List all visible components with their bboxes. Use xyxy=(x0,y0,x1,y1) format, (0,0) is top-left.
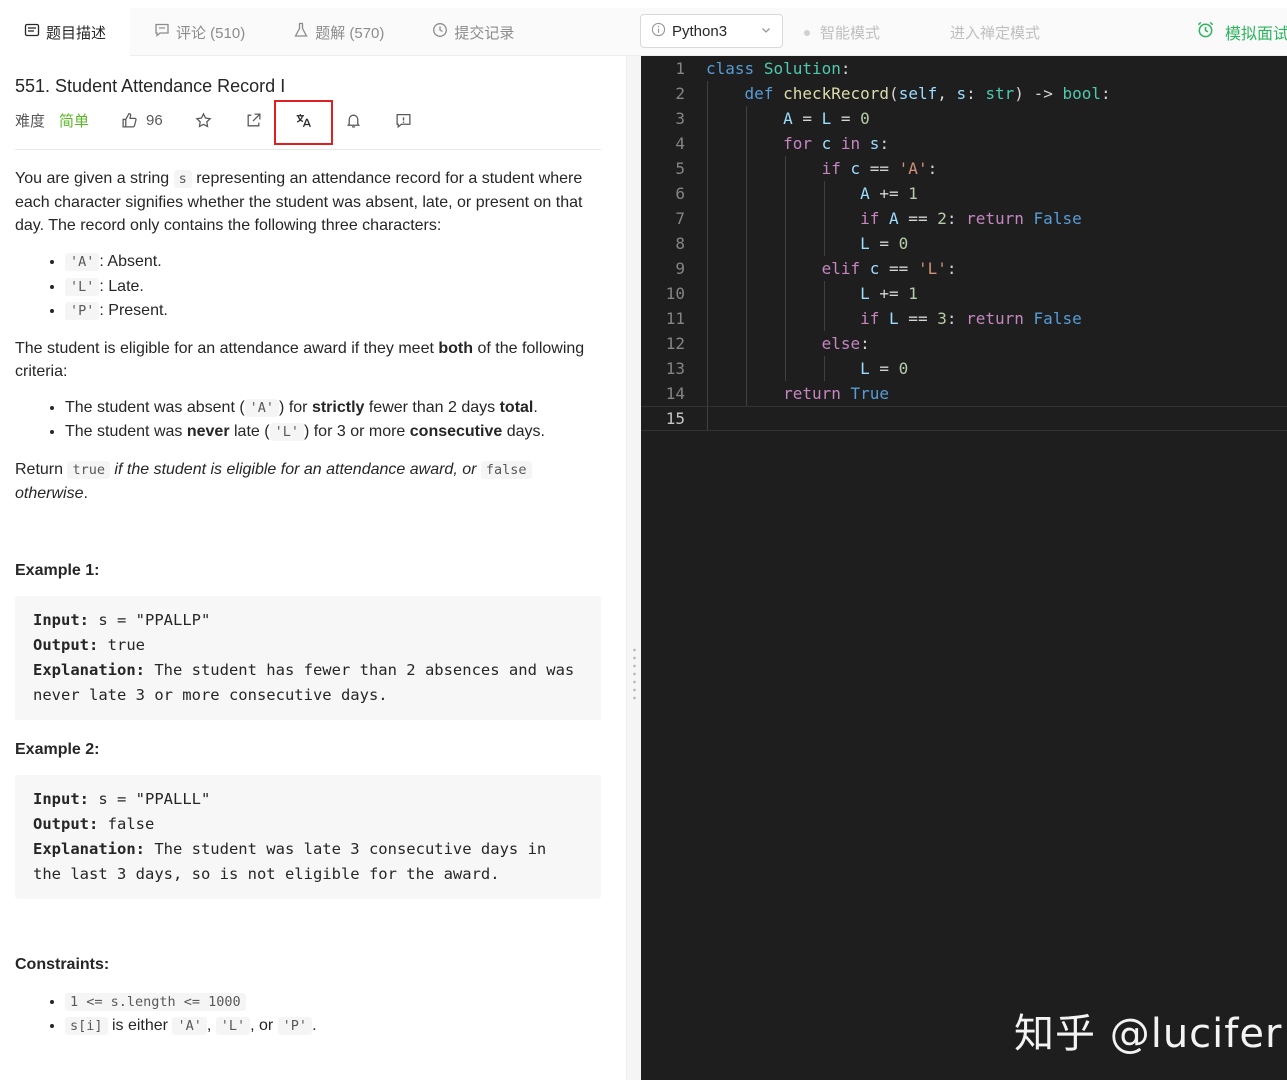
problem-panel: 题目描述 评论 (510) 题解 (570) 提交记录 551. Student… xyxy=(0,0,626,1080)
tab-submissions[interactable]: 提交记录 xyxy=(408,8,538,56)
smart-mode-toggle[interactable]: 智能模式 xyxy=(804,22,880,43)
description-icon xyxy=(24,22,40,42)
bell-icon[interactable] xyxy=(345,108,362,132)
code-line: 7 if A == 2: return False xyxy=(675,209,1082,228)
code-line: 2 def checkRecord(self, s: str) -> bool: xyxy=(675,84,1111,103)
code-line: 11 if L == 3: return False xyxy=(665,309,1082,328)
app-root: 题目描述 评论 (510) 题解 (570) 提交记录 551. Student… xyxy=(0,0,1287,1080)
smart-mode-label: 智能模式 xyxy=(820,25,881,42)
code-line: 9 elif c == 'L': xyxy=(675,259,957,278)
tab-description[interactable]: 题目描述 xyxy=(0,8,131,56)
list-item: 'A': Absent. xyxy=(65,250,605,275)
return-paragraph: Return true if the student is eligible f… xyxy=(15,458,605,505)
code-line: 10 L += 1 xyxy=(665,284,918,303)
clock-icon xyxy=(432,22,448,42)
like-button[interactable]: 96 xyxy=(121,108,163,132)
tab-comments-label: 评论 (510) xyxy=(176,24,246,42)
code-line: 13 L = 0 xyxy=(665,359,909,378)
translate-highlight-box xyxy=(274,100,333,145)
code-line: 14 return True xyxy=(665,384,890,403)
intro-paragraph: You are given a string s representing an… xyxy=(15,170,583,234)
watermark-text: 知乎 @lucifer xyxy=(1014,1011,1283,1057)
list-item: 'P': Present. xyxy=(65,299,605,324)
language-select[interactable]: Python3 xyxy=(640,14,783,48)
like-count: 96 xyxy=(146,111,163,129)
code-editor[interactable]: 1 class Solution: 2 def checkRecord(self,… xyxy=(641,56,1287,1080)
comment-icon xyxy=(154,22,170,42)
tab-solutions[interactable]: 题解 (570) xyxy=(269,8,408,56)
divider xyxy=(15,149,601,150)
constraints-list: 1 <= s.length <= 1000 s[i] is either 'A'… xyxy=(65,990,605,1039)
code-line: 12 else: xyxy=(665,334,870,353)
mock-interview-button[interactable]: 模拟面试 xyxy=(1196,20,1287,44)
chevron-down-icon xyxy=(760,24,772,39)
status-dot-icon xyxy=(804,29,810,36)
mock-interview-label: 模拟面试 xyxy=(1225,26,1287,43)
thumbs-up-icon xyxy=(121,108,138,132)
tab-solutions-label: 题解 (570) xyxy=(315,24,385,42)
zen-mode-button[interactable]: 进入禅定模式 xyxy=(950,22,1040,43)
language-value: Python3 xyxy=(672,22,728,40)
tab-description-label: 题目描述 xyxy=(46,24,107,42)
list-item: The student was never late ('L') for 3 o… xyxy=(65,420,605,445)
constraints-title: Constraints: xyxy=(15,955,110,973)
problem-title: 551. Student Attendance Record I xyxy=(15,76,286,96)
current-code-line: 15 xyxy=(641,406,1287,431)
code-lines: 1 class Solution: 2 def checkRecord(self,… xyxy=(641,56,1287,431)
feedback-icon[interactable] xyxy=(395,108,412,132)
tab-comments[interactable]: 评论 (510) xyxy=(130,8,269,56)
code-line: 5 if c == 'A': xyxy=(675,159,938,178)
editor-toolbar: Python3 智能模式 进入禅定模式 模拟面试 xyxy=(626,8,1287,56)
alarm-clock-icon xyxy=(1196,20,1215,44)
flask-icon xyxy=(293,22,309,42)
list-item: 'L': Late. xyxy=(65,275,605,300)
char-list: 'A': Absent. 'L': Late. 'P': Present. xyxy=(65,250,605,324)
resize-handle[interactable] xyxy=(626,56,641,1080)
example-1-block: Input: s = "PPALLP" Output: true Explana… xyxy=(15,595,601,720)
difficulty-label: 难度 xyxy=(15,112,46,130)
list-item: The student was absent ('A') for strictl… xyxy=(65,396,605,421)
code-line: 6 A += 1 xyxy=(675,184,918,203)
example-2-title: Example 2: xyxy=(15,740,100,758)
list-item: s[i] is either 'A', 'L', or 'P'. xyxy=(65,1014,605,1039)
example-2-block: Input: s = "PPALLL" Output: false Explan… xyxy=(15,774,601,899)
star-icon[interactable] xyxy=(195,108,212,132)
problem-meta: 难度 简单 96 xyxy=(15,108,412,132)
criteria-list: The student was absent ('A') for strictl… xyxy=(65,396,605,445)
criteria-intro: The student is eligible for an attendanc… xyxy=(15,339,585,380)
problem-tabs: 题目描述 评论 (510) 题解 (570) 提交记录 xyxy=(0,8,626,56)
tab-submissions-label: 提交记录 xyxy=(454,24,515,42)
list-item: 1 <= s.length <= 1000 xyxy=(65,990,605,1015)
code-line: 4 for c in s: xyxy=(675,134,890,153)
drag-dots-icon xyxy=(633,646,636,702)
example-1-title: Example 1: xyxy=(15,561,100,579)
info-icon xyxy=(651,22,666,41)
code-line: 3 A = L = 0 xyxy=(675,109,870,128)
inline-code: s xyxy=(173,170,192,188)
problem-description: You are given a string s representing an… xyxy=(15,167,605,1052)
code-line: 8 L = 0 xyxy=(675,234,909,253)
code-line: 1 class Solution: xyxy=(675,59,851,78)
difficulty-badge: 简单 xyxy=(59,112,90,130)
share-icon[interactable] xyxy=(245,108,262,132)
